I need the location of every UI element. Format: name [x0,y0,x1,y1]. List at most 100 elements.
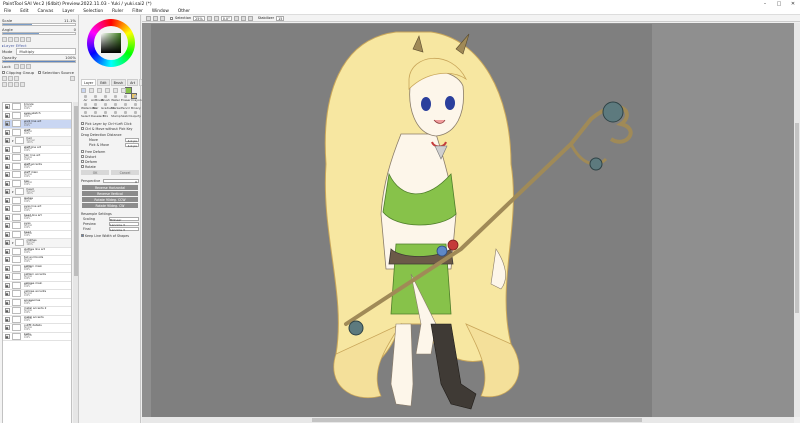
rotate-right-icon[interactable] [26,36,31,42]
visibility-icon[interactable]: ◉ [4,316,10,322]
canvas[interactable] [151,24,652,417]
tool-liquify-button[interactable]: Liquify [131,111,141,118]
menu-selection[interactable]: Selection [83,9,103,14]
tool-sketch-button[interactable]: Sketch [121,111,131,118]
tab-art[interactable]: Art [127,79,139,86]
selection-source-checkbox[interactable] [38,70,42,74]
zoom-out-button-icon[interactable] [206,15,212,21]
color-wheel[interactable] [87,19,135,67]
lock-move-icon[interactable] [25,63,31,69]
layer-row[interactable]: ◉ walk line art Normal 100% [3,119,71,129]
visibility-icon[interactable]: ◉ [4,172,10,178]
layer-row[interactable]: ◉ staff Normal 100% [3,128,71,137]
rotate-cw-icon[interactable] [240,15,246,21]
visibility-icon[interactable]: ◉ [4,265,10,271]
layer-row[interactable]: ◉ belts Normal 100% [3,332,71,341]
rotate-cw-button[interactable]: Rotate 90deg. CW [82,203,138,208]
deselect-icon[interactable] [160,15,165,21]
tool-mix-button[interactable]: Mix [101,111,110,118]
tool-brush-button[interactable]: Brush [101,95,110,102]
layer-row[interactable]: ◉ hair Normal 100% [3,179,71,188]
reset-zoom-icon[interactable] [14,36,19,42]
selection-checkbox[interactable] [170,16,173,20]
horizontal-scrollbar[interactable] [142,417,794,423]
merge-down-icon[interactable] [14,75,19,81]
tab-layer[interactable]: Layer [81,79,97,86]
menu-layer[interactable]: Layer [62,9,74,14]
ctrl-move-option[interactable]: Ctrl & Move without Pick Key [81,126,139,131]
mask-icon[interactable] [14,81,19,87]
distort-radio[interactable] [81,155,84,158]
text-tool-icon[interactable] [121,88,126,93]
new-layer-icon[interactable] [2,75,7,81]
tool-water-button[interactable]: Water [111,95,120,102]
layer-row[interactable]: ◉ outfit details Normal 100% [3,323,71,333]
folder-expand-icon[interactable]: ▾ [12,190,14,194]
keep-line-width-option[interactable]: Keep Line Width of Shapes [81,233,139,238]
tool-marker-button[interactable]: Marker [111,103,121,110]
folder-expand-icon[interactable]: ▾ [12,241,14,245]
clipping-checkbox[interactable] [2,70,5,74]
zoom-out-icon[interactable] [8,36,13,42]
zoom-in-icon[interactable] [2,36,7,42]
preview-select[interactable]: Lanczos 3 [109,221,139,227]
lock-icon[interactable] [13,63,19,69]
angle-slider[interactable] [2,32,76,35]
deform-radio[interactable] [81,160,84,163]
visibility-icon[interactable]: ◉ [4,231,10,237]
visibility-icon[interactable]: ◉ [4,180,10,186]
rotate-ccw-button[interactable]: Rotate 90deg. CCW [82,197,138,202]
color-square[interactable] [101,33,121,53]
visibility-icon[interactable]: ◉ [4,155,10,161]
tool-pencil-button[interactable]: Pencil [121,103,130,110]
tab-brush[interactable]: Brush [110,79,127,86]
keep-line-width-checkbox[interactable] [81,234,84,237]
undo-icon[interactable] [146,15,151,21]
visibility-icon[interactable]: ◉ [4,274,10,280]
cancel-button[interactable]: Cancel [111,170,139,175]
final-select[interactable]: Lanczos 3 [109,226,139,232]
pick-layer-checkbox[interactable] [81,122,84,125]
move-distance-field[interactable]: 4.0 px [125,137,139,143]
visibility-icon[interactable]: ◉ [4,214,10,220]
tool-deselect-button[interactable]: Deselect [91,111,104,118]
visibility-icon[interactable]: ◉ [4,333,10,339]
menu-window[interactable]: Window [152,9,169,14]
visibility-icon[interactable]: ◉ [4,291,10,297]
tool-select-button[interactable]: Select [81,111,90,118]
menu-ruler[interactable]: Ruler [112,9,123,14]
ok-button[interactable]: OK [81,170,109,175]
visibility-icon[interactable]: ◉ [4,282,10,288]
visibility-icon[interactable]: ◉ [4,189,10,195]
menu-canvas[interactable]: Canvas [38,9,54,14]
tool-blur-button[interactable]: Blur [91,103,100,110]
tool-eraser-button[interactable]: Eraser [121,95,131,102]
menu-file[interactable]: File [4,9,11,14]
visibility-icon[interactable]: ◉ [4,138,10,144]
tool-watercolor-button[interactable]: Watercolor [81,103,97,110]
scale-slider[interactable] [2,23,76,26]
perspective-field[interactable]: 0 [103,178,139,184]
pick-move-distance-field[interactable]: 4.0 px [125,142,139,148]
menu-filter[interactable]: Filter [132,9,143,14]
redo-icon[interactable] [153,15,158,21]
visibility-icon[interactable]: ◉ [4,240,10,246]
free-deform-radio[interactable] [81,150,84,153]
vertical-scrollbar[interactable] [794,23,800,417]
trash-icon[interactable] [20,81,25,87]
stabilizer-select[interactable]: 15 [276,15,285,21]
delete-layer-icon[interactable] [70,75,75,81]
tool-gradient-button[interactable]: Gradient [101,103,114,110]
layer-scroll-thumb[interactable] [73,106,78,276]
flip-icon[interactable] [247,15,253,21]
visibility-icon[interactable]: ◉ [4,121,10,127]
copy-layer-icon[interactable] [2,81,7,87]
maximize-button[interactable]: □ [772,0,786,8]
eyedropper-icon[interactable] [105,88,110,93]
move-tool-icon[interactable] [81,88,86,93]
horizontal-scroll-thumb[interactable] [312,418,642,422]
vertical-scroll-thumb[interactable] [795,123,799,313]
reverse-vertical-button[interactable]: Reverse Vertical [82,191,138,196]
scaling-select[interactable]: Bilinear [109,216,139,222]
rotate-option[interactable]: Rotate [81,164,139,169]
